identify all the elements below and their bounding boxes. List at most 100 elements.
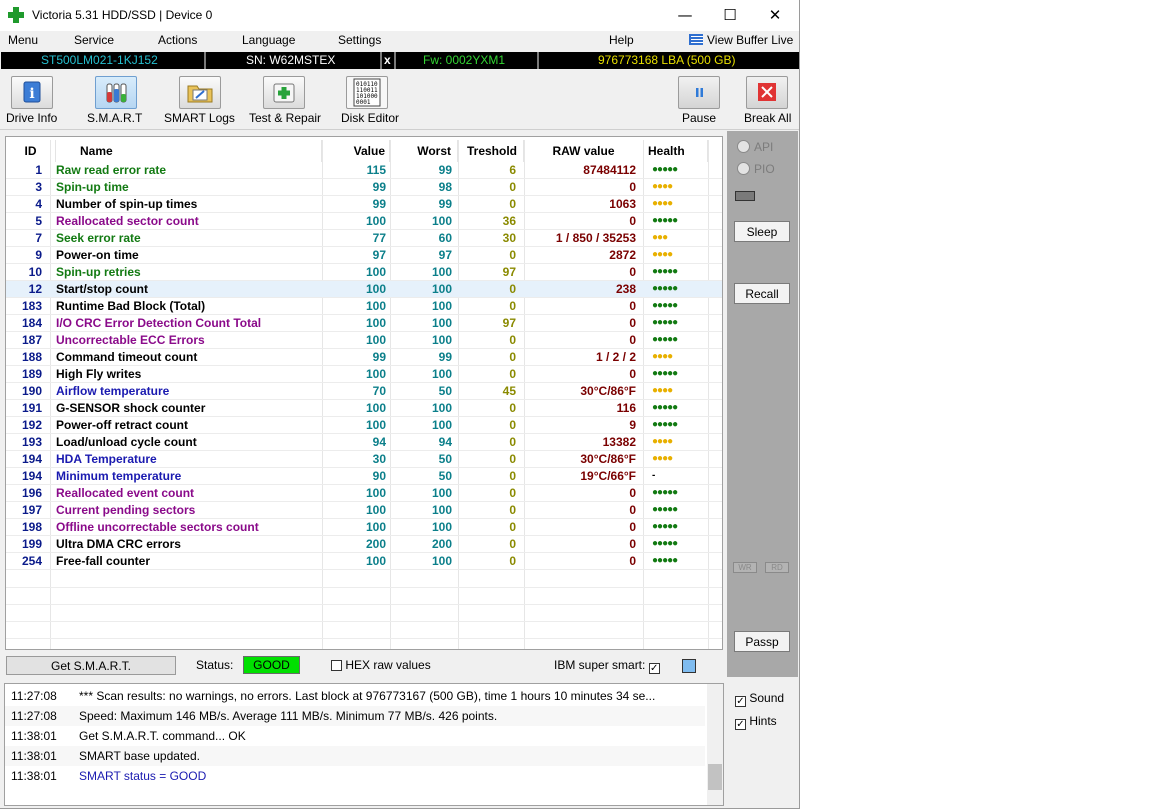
test-repair-button[interactable]: Test & Repair [249, 71, 325, 129]
scrollbar-thumb[interactable] [708, 764, 722, 790]
table-row[interactable]: 199 Ultra DMA CRC errors 200 200 0 0 ●●●●● [6, 536, 722, 553]
table-row[interactable]: 7 Seek error rate 77 60 30 1 / 850 / 35253 ●●● [6, 230, 722, 247]
menu-language[interactable]: Language [242, 33, 295, 47]
table-row[interactable]: 254 Free-fall counter 100 100 0 0 ●●●●● [6, 553, 722, 570]
table-row[interactable]: 5 Reallocated sector count 100 100 36 0 ●●●●● [6, 213, 722, 230]
attr-name-cell: Start/stop count [56, 282, 148, 296]
table-row[interactable]: 10 Spin-up retries 100 100 97 0 ●●●●● [6, 264, 722, 281]
table-row[interactable]: 189 High Fly writes 100 100 0 0 ●●●●● [6, 366, 722, 383]
attr-raw-cell: 238 [615, 282, 636, 296]
col-threshold-header[interactable]: Treshold [458, 140, 524, 162]
attr-name-cell: Reallocated sector count [56, 214, 199, 228]
attr-worst-cell: 100 [431, 418, 452, 432]
attr-worst-cell: 200 [431, 537, 452, 551]
hex-raw-values-checkbox[interactable]: HEX raw values [331, 658, 431, 672]
info-separator [204, 52, 206, 69]
attr-name-cell: Minimum temperature [56, 469, 182, 483]
table-row[interactable]: 194 Minimum temperature 90 50 0 19°C/66°F - [6, 468, 722, 485]
ibm-super-smart-checkbox[interactable]: IBM super smart: ✓ [554, 658, 660, 674]
minimize-button[interactable]: — [662, 0, 708, 31]
color-picker-swatch[interactable] [682, 659, 696, 673]
log-message: SMART base updated. [79, 749, 200, 763]
smart-button[interactable]: S.M.A.R.T [86, 71, 144, 129]
attr-worst-cell: 50 [438, 452, 452, 466]
menu-actions[interactable]: Actions [158, 33, 197, 47]
pio-radio[interactable]: PIO [737, 162, 775, 176]
smart-label: S.M.A.R.T [87, 111, 143, 125]
table-row[interactable]: 196 Reallocated event count 100 100 0 0 ●●●●● [6, 485, 722, 502]
pause-button[interactable]: Pause [678, 71, 720, 129]
attr-threshold-cell: 0 [509, 486, 516, 500]
table-row[interactable]: 191 G-SENSOR shock counter 100 100 0 116 ●●●●● [6, 400, 722, 417]
table-row[interactable]: 190 Airflow temperature 70 50 45 30°C/86°F ●●●… [6, 383, 722, 400]
attr-value-cell: 100 [365, 554, 386, 568]
view-buffer-live-button[interactable]: View Buffer Live [689, 33, 793, 47]
attr-raw-cell: 0 [629, 367, 636, 381]
attr-value-cell: 99 [372, 350, 386, 364]
attr-name-cell: High Fly writes [56, 367, 142, 381]
table-row[interactable]: 187 Uncorrectable ECC Errors 100 100 0 0 ●●●●● [6, 332, 722, 349]
table-row[interactable]: 188 Command timeout count 99 99 0 1 / 2 / 2 ●●… [6, 349, 722, 366]
menu-service[interactable]: Service [74, 33, 114, 47]
col-health-header[interactable]: Health [644, 140, 708, 162]
get-smart-button[interactable]: Get S.M.A.R.T. [6, 656, 176, 675]
menu-help[interactable]: Help [609, 33, 634, 47]
passp-button[interactable]: Passp [734, 631, 790, 652]
table-row[interactable]: 4 Number of spin-up times 99 99 0 1063 ●●●● [6, 196, 722, 213]
table-row[interactable]: 184 I/O CRC Error Detection Count Total 10… [6, 315, 722, 332]
table-row[interactable]: 198 Offline uncorrectable sectors count 10… [6, 519, 722, 536]
sleep-button[interactable]: Sleep [734, 221, 790, 242]
attr-name-cell: Spin-up time [56, 180, 129, 194]
attr-value-cell: 100 [365, 367, 386, 381]
attr-threshold-cell: 0 [509, 401, 516, 415]
attr-id-cell: 254 [21, 554, 42, 568]
attr-health-cell: ●●●●● [652, 215, 678, 226]
attr-value-cell: 99 [372, 197, 386, 211]
log-scrollbar[interactable] [707, 684, 723, 805]
attr-worst-cell: 99 [438, 163, 452, 177]
col-value-header[interactable]: Value [322, 140, 390, 162]
attr-value-cell: 100 [365, 299, 386, 313]
info-close-x[interactable]: x [384, 53, 391, 68]
checkbox-checked: ✓ [735, 719, 746, 730]
disk-editor-button[interactable]: 010110 110011 101000 0001 Disk Editor [340, 71, 400, 129]
table-row[interactable]: 194 HDA Temperature 30 50 0 30°C/86°F ●●●● [6, 451, 722, 468]
table-row[interactable]: 12 Start/stop count 100 100 0 238 ●●●●● [6, 281, 722, 298]
table-row[interactable]: 1 Raw read error rate 115 99 6 87484112 ●●●●● [6, 162, 722, 179]
table-row[interactable]: 9 Power-on time 97 97 0 2872 ●●●● [6, 247, 722, 264]
attr-id-cell: 7 [35, 231, 42, 245]
attr-worst-cell: 100 [431, 299, 452, 313]
smart-table[interactable]: ID Name Value Worst Treshold RAW value H… [5, 136, 723, 650]
api-radio[interactable]: API [737, 140, 773, 154]
table-row[interactable]: 183 Runtime Bad Block (Total) 100 100 0 0 ●●●●… [6, 298, 722, 315]
drive-info-button[interactable]: i Drive Info [6, 71, 62, 129]
view-buffer-live-label: View Buffer Live [707, 33, 794, 47]
table-row[interactable]: 197 Current pending sectors 100 100 0 0 ●●●●● [6, 502, 722, 519]
attr-name-cell: Current pending sectors [56, 503, 196, 517]
attr-raw-cell: 0 [629, 316, 636, 330]
recall-button[interactable]: Recall [734, 283, 790, 304]
hints-checkbox[interactable]: ✓ Hints [735, 714, 777, 730]
attr-name-cell: Runtime Bad Block (Total) [56, 299, 206, 313]
table-row[interactable]: 3 Spin-up time 99 98 0 0 ●●●● [6, 179, 722, 196]
port-indicator [735, 191, 755, 201]
attr-worst-cell: 50 [438, 384, 452, 398]
attr-threshold-cell: 30 [502, 231, 516, 245]
table-row[interactable]: 193 Load/unload cycle count 94 94 0 13382 ●●●● [6, 434, 722, 451]
menu-menu[interactable]: Menu [8, 33, 38, 47]
col-worst-header[interactable]: Worst [390, 140, 458, 162]
smart-logs-button[interactable]: SMART Logs [164, 71, 236, 129]
sound-checkbox[interactable]: ✓ Sound [735, 691, 784, 707]
maximize-button[interactable]: ☐ [707, 0, 753, 31]
col-raw-header[interactable]: RAW value [524, 140, 644, 162]
menu-settings[interactable]: Settings [338, 33, 381, 47]
attr-health-cell: ●●●● [652, 351, 673, 362]
checkbox-checked: ✓ [648, 663, 660, 674]
close-button[interactable]: ✕ [752, 0, 798, 31]
attr-name-cell: Airflow temperature [56, 384, 170, 398]
col-id-header[interactable]: ID [6, 140, 56, 162]
table-row[interactable]: 192 Power-off retract count 100 100 0 9 ●●●●● [6, 417, 722, 434]
attr-value-cell: 90 [372, 469, 386, 483]
break-all-button[interactable]: Break All [743, 71, 795, 129]
col-name-header[interactable]: Name [56, 140, 322, 162]
